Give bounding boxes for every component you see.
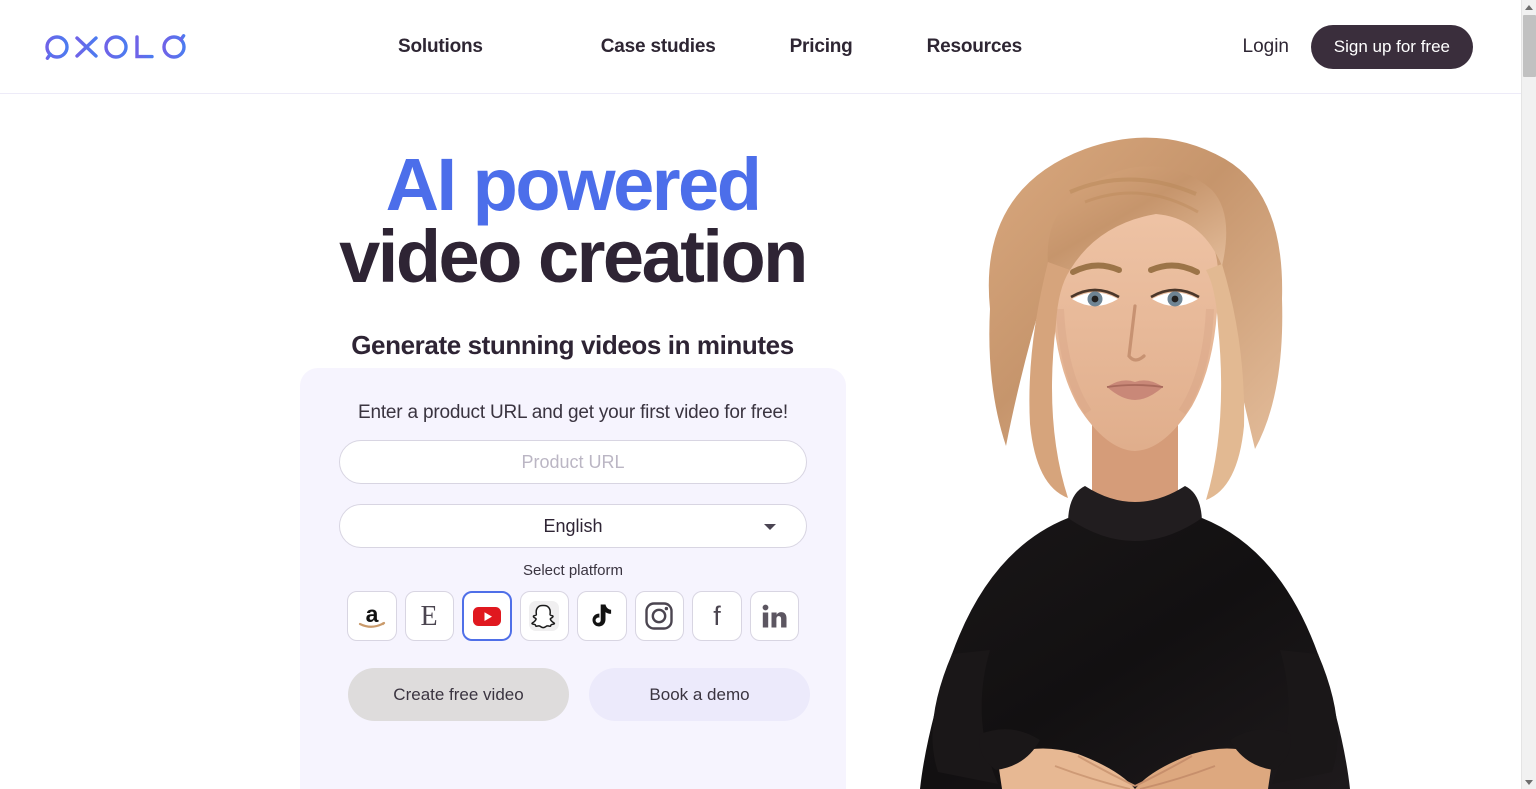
page-root: Solutions Case studies Pricing Resources… bbox=[0, 0, 1536, 789]
nav-item-resources[interactable]: Resources bbox=[927, 36, 1023, 58]
scrollbar-thumb[interactable] bbox=[1523, 15, 1536, 77]
chevron-down-icon bbox=[764, 524, 776, 530]
platform-option-amazon[interactable]: a bbox=[347, 591, 397, 641]
facebook-icon: f bbox=[713, 601, 721, 631]
page-scrollbar[interactable] bbox=[1521, 0, 1536, 789]
svg-text:a: a bbox=[365, 601, 378, 627]
platform-selector: a E f bbox=[347, 591, 800, 641]
oxolo-logo[interactable] bbox=[44, 32, 190, 62]
platform-label: Select platform bbox=[522, 562, 624, 579]
nav-item-case-studies[interactable]: Case studies bbox=[601, 36, 716, 58]
create-free-video-button[interactable]: Create free video bbox=[348, 668, 569, 721]
platform-option-snapchat[interactable] bbox=[519, 591, 570, 641]
platform-option-youtube[interactable] bbox=[462, 591, 512, 641]
language-select-value: English bbox=[543, 515, 603, 536]
platform-option-instagram[interactable] bbox=[634, 591, 685, 641]
tiktok-icon bbox=[592, 604, 611, 627]
nav-item-pricing[interactable]: Pricing bbox=[790, 36, 853, 58]
platform-option-facebook[interactable]: f bbox=[692, 591, 742, 641]
platform-option-linkedin[interactable] bbox=[749, 591, 800, 641]
platform-option-tiktok[interactable] bbox=[577, 591, 627, 641]
signup-button[interactable]: Sign up for free bbox=[1310, 25, 1473, 69]
nav-item-solutions[interactable]: Solutions bbox=[398, 36, 483, 58]
hero-subheadline: Generate stunning videos in minutes bbox=[351, 330, 794, 360]
instagram-icon bbox=[645, 602, 673, 630]
headline-line-1: AI powered bbox=[385, 143, 762, 226]
hero-section: AI powered video creation Generate stunn… bbox=[0, 94, 880, 789]
etsy-icon: E bbox=[421, 601, 438, 632]
headline-line-2: video creation bbox=[339, 214, 808, 298]
page-title: AI powered video creation bbox=[0, 143, 1145, 298]
linkedin-icon bbox=[762, 604, 787, 628]
book-a-demo-button[interactable]: Book a demo bbox=[589, 668, 810, 721]
login-link[interactable]: Login bbox=[1243, 36, 1290, 58]
main-nav: Solutions Case studies Pricing Resources bbox=[398, 0, 1022, 94]
platform-option-etsy[interactable]: E bbox=[404, 591, 454, 641]
amazon-icon: a bbox=[358, 601, 385, 628]
cta-row: Create free video Book a demo bbox=[348, 668, 810, 721]
language-select[interactable]: English bbox=[339, 504, 807, 548]
svg-text:E: E bbox=[421, 601, 438, 632]
youtube-icon bbox=[472, 607, 501, 626]
site-header: Solutions Case studies Pricing Resources… bbox=[0, 0, 1521, 94]
scroll-down-arrow-icon[interactable] bbox=[1522, 775, 1536, 789]
snapchat-icon bbox=[529, 601, 560, 631]
video-generator-card: Enter a product URL and get your first v… bbox=[300, 368, 846, 789]
svg-text:f: f bbox=[713, 601, 721, 631]
product-url-input[interactable] bbox=[339, 440, 807, 484]
scroll-up-arrow-icon[interactable] bbox=[1522, 0, 1536, 14]
card-title: Enter a product URL and get your first v… bbox=[358, 402, 788, 423]
